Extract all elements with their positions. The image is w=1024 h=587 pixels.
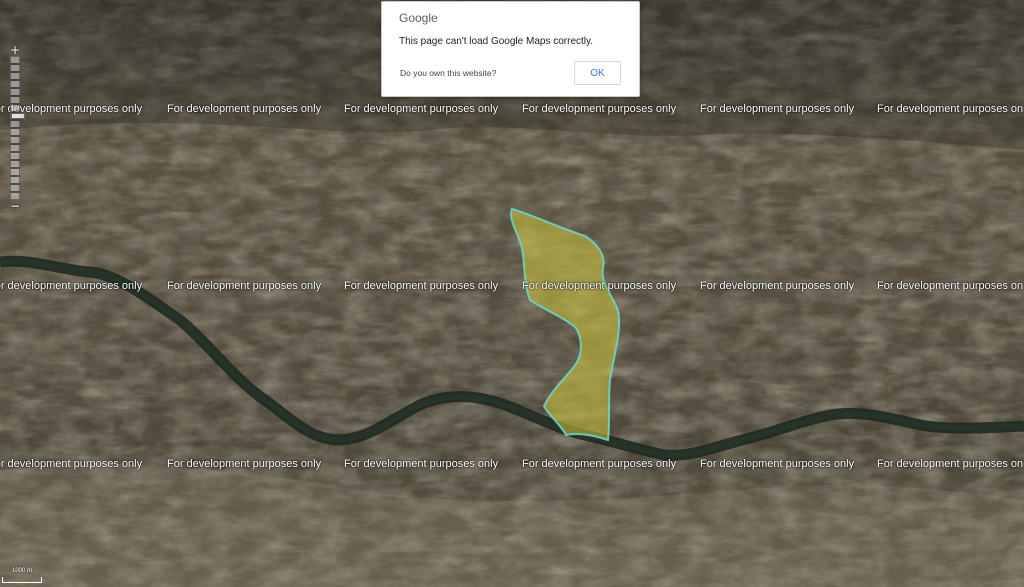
zoom-slider-handle[interactable] — [11, 113, 25, 119]
scale-label: 1000 m — [12, 568, 33, 574]
own-website-link[interactable]: Do you own this website? — [400, 68, 496, 78]
ok-button[interactable]: OK — [574, 61, 621, 85]
zoom-out-button[interactable]: − — [8, 200, 22, 212]
scale-bar: 1000 m — [0, 567, 60, 587]
zoom-slider-track[interactable] — [10, 56, 25, 200]
error-dialog: Google This page can't load Google Maps … — [381, 1, 640, 97]
scale-line — [2, 577, 42, 583]
map-canvas[interactable]: For development purposes only For develo… — [0, 0, 1024, 587]
google-logo: Google — [399, 11, 438, 25]
zoom-in-button[interactable]: + — [8, 44, 22, 56]
zoom-control: + − — [8, 44, 25, 212]
dialog-message: This page can't load Google Maps correct… — [399, 36, 594, 47]
